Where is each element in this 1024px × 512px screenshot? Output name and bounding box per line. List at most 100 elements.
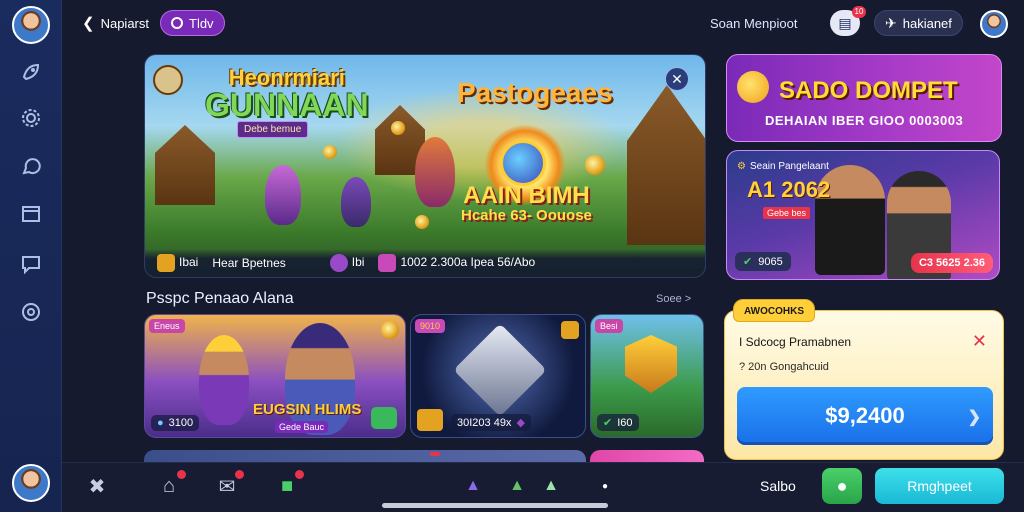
notification-button[interactable]: ▤ 10 — [830, 6, 866, 36]
tools-icon[interactable]: ✖ — [84, 473, 110, 499]
crystal-illustration — [453, 323, 547, 417]
game-tag: 9010 — [415, 319, 446, 333]
game-tag: Besi — [595, 319, 623, 333]
ticket-icon — [378, 254, 397, 272]
tower-illustration — [627, 85, 705, 245]
gem-icon — [329, 254, 348, 272]
character-figure — [341, 177, 371, 227]
smiley-icon — [737, 71, 769, 103]
promo-side-amount: A1 2062 — [747, 177, 831, 202]
nav-label: Napiarst — [100, 15, 149, 31]
game-tag: Eneus — [149, 319, 185, 333]
settings-icon[interactable] — [19, 106, 43, 130]
saldo-button[interactable]: Salbo — [760, 478, 796, 494]
hero-subtitle: Debe bemue — [237, 121, 309, 138]
coin-icon — [381, 321, 399, 339]
coin-icon — [391, 121, 405, 135]
wallet-line2: ? 20n Gongahcuid — [739, 361, 829, 373]
gold-icon — [417, 409, 443, 431]
sidebar — [0, 0, 62, 512]
header-avatar[interactable] — [980, 10, 1008, 38]
profile-avatar[interactable] — [12, 464, 50, 502]
mail-icon[interactable]: ✉ — [214, 470, 244, 499]
gear-icon: ⚙ — [737, 161, 746, 172]
check-icon: ✔ — [603, 417, 613, 429]
toggle-icon — [171, 17, 183, 29]
crystal-icon: ▲ — [543, 477, 559, 494]
nav-back[interactable]: ❮ Napiarst — [82, 9, 149, 37]
home-indicator — [382, 503, 608, 508]
wallet-amount-button[interactable]: $9,2400 ❯ — [737, 387, 993, 445]
game-subtitle: Gede Bauc — [275, 421, 329, 433]
see-all-link[interactable]: Soee > — [656, 293, 691, 305]
hero-footer-item1[interactable]: Ibai — [157, 254, 198, 272]
game-footer: ● 3100 — [151, 415, 200, 431]
promo-side-chip[interactable]: ✔ 9065 — [735, 252, 791, 271]
next-card-preview[interactable] — [590, 450, 704, 462]
message-icon[interactable] — [19, 252, 43, 276]
wallet-tab[interactable]: AWOCOHKS — [733, 299, 815, 322]
flag-icon[interactable]: ■ — [274, 470, 304, 499]
shield-icon — [625, 335, 677, 393]
promo-side-header: ⚙ Seain Pangelaant — [737, 161, 829, 172]
wallet-amount: $9,2400 — [825, 403, 905, 428]
chat-button[interactable]: ● — [822, 468, 862, 504]
support-icon[interactable] — [19, 300, 43, 324]
crystal-icon: ▲ — [465, 477, 481, 494]
notification-badge: 10 — [852, 6, 866, 18]
hero-win-line1: AAIN BIMH — [463, 182, 590, 209]
primary-action-button[interactable]: Rmghpeet — [875, 468, 1004, 504]
globe-icon: ● — [157, 417, 164, 429]
game-footer: 30I203 49x ◆ — [451, 414, 531, 431]
game-card[interactable]: 9010 30I203 49x ◆ — [410, 314, 586, 438]
game-card[interactable]: Eneus EUGSIN HLIMS Gede Bauc ● 3100 — [144, 314, 406, 438]
back-icon: ❮ — [82, 15, 95, 32]
wallet-panel: AWOCOHKS I Sdcocg Pramabnen ? 20n Gongah… — [724, 299, 1004, 460]
hero-footer-item3[interactable]: Ibi — [329, 254, 364, 272]
hero-promo-title: Pastogeaes — [457, 77, 613, 108]
hero-footer: Ibai Hear Bpetnes Ibi 1002 2.300a Ipea 5… — [145, 249, 705, 277]
wallet-line1: I Sdcocg Pramabnen — [739, 335, 852, 349]
mail-badge — [235, 470, 244, 479]
treasure-icon — [157, 254, 175, 272]
coin-icon — [415, 215, 429, 229]
wallet-promo-banner[interactable]: SADO DOMPET DEHAIAN IBER GIOO 0003003 — [726, 54, 1002, 142]
hero-win-text: AAIN BIMH Hcahe 63- Oouose — [461, 183, 592, 224]
window-icon[interactable] — [19, 202, 43, 226]
hero-banner[interactable]: Heonrmiari GUNNAAN Debe bemue Pastogeaes… — [144, 54, 706, 278]
character-figure — [285, 323, 355, 435]
wallet-promo-subtitle: DEHAIAN IBER GIOO 0003003 — [765, 113, 964, 128]
account-label: hakianef — [902, 15, 952, 31]
hero-footer-item4[interactable]: 1002 2.300a Ipea 56/Abo — [378, 254, 535, 272]
hero-footer-item2[interactable]: Hear Bpetnes — [212, 256, 285, 270]
helmet-icon — [153, 65, 183, 95]
game-card[interactable]: Besi ✔ I60 — [590, 314, 704, 438]
user-avatar[interactable] — [12, 6, 50, 44]
user-icon: ✈ — [885, 14, 897, 31]
promo-side-cta[interactable]: C3 5625 2.36 — [910, 253, 993, 273]
character-figure — [415, 137, 455, 207]
next-card-preview[interactable] — [144, 450, 586, 462]
chat-icon[interactable] — [19, 154, 43, 178]
chevron-right-icon: ❯ — [967, 409, 981, 426]
indicator-dot — [430, 452, 440, 456]
home-badge — [177, 470, 186, 479]
player-promo-banner[interactable]: ⚙ Seain Pangelaant A1 2062 Gebe bes ✔ 90… — [726, 150, 1000, 280]
header-center-text: Soan Menpioot — [710, 15, 798, 31]
section-title: Psspc Penaao Alana — [146, 290, 294, 307]
bell-icon: ▤ — [838, 14, 852, 31]
home-icon[interactable]: ⌂ — [156, 470, 186, 499]
chat-bubble-icon: ● — [836, 475, 848, 496]
character-figure — [199, 335, 249, 425]
mode-pill[interactable]: Tldv — [160, 10, 225, 36]
game-footer: ✔ I60 — [597, 414, 639, 431]
account-button[interactable]: ✈ hakianef — [874, 10, 963, 36]
close-icon[interactable]: ✕ — [972, 331, 987, 352]
rocket-icon[interactable] — [19, 60, 43, 84]
house-illustration — [155, 125, 215, 205]
character-figure — [265, 165, 301, 225]
hero-title-line1: Heonrmiari — [228, 65, 345, 90]
hero-title: Heonrmiari GUNNAAN — [205, 65, 369, 122]
close-icon[interactable]: ✕ — [665, 67, 689, 91]
flag-badge — [295, 470, 304, 479]
